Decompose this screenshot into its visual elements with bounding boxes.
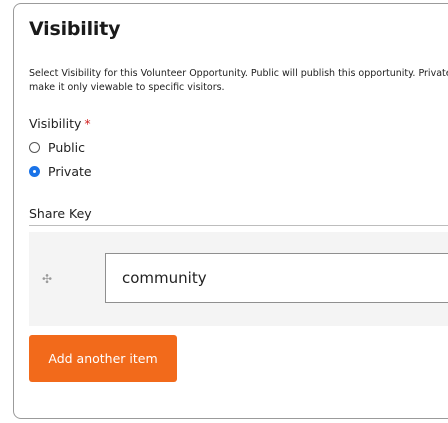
radio-private-input[interactable] (29, 166, 40, 177)
radio-private-label[interactable]: Private (48, 164, 92, 179)
visibility-label-text: Visibility (29, 116, 82, 131)
section-title: Visibility (29, 18, 121, 40)
radio-public-input[interactable] (29, 142, 40, 153)
radio-public-label[interactable]: Public (48, 140, 85, 155)
visibility-label: Visibility * (29, 116, 91, 131)
drag-handle-icon[interactable]: ✣ (42, 272, 52, 286)
share-key-label: Share Key (29, 206, 92, 221)
share-key-divider (29, 225, 448, 226)
required-marker: * (84, 116, 91, 131)
share-key-input[interactable] (105, 253, 448, 303)
section-description: Select Visibility for this Volunteer Opp… (29, 68, 448, 93)
share-key-item-row: ✣ (29, 232, 448, 326)
radio-option-private[interactable]: Private (29, 164, 92, 179)
radio-option-public[interactable]: Public (29, 140, 85, 155)
add-another-item-button[interactable]: Add another item (29, 335, 177, 382)
